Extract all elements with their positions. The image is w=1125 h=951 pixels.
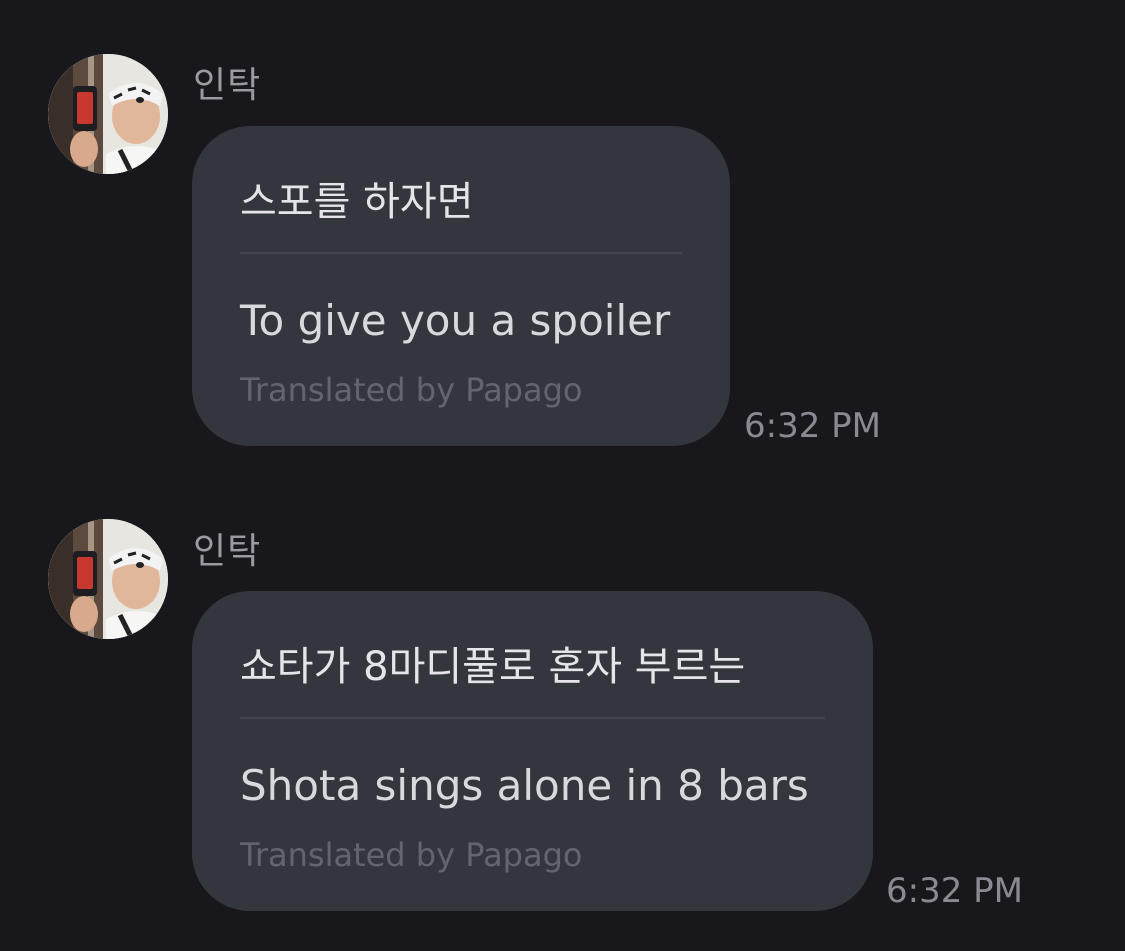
translation-divider — [240, 717, 825, 719]
translation-credit: Translated by Papago — [240, 371, 583, 409]
message-timestamp: 6:32 PM — [744, 406, 881, 446]
profile-photo-avatar-icon — [48, 519, 168, 639]
sender-avatar[interactable] — [48, 54, 168, 174]
translated-text: To give you a spoiler — [240, 296, 671, 345]
translation-divider — [240, 252, 682, 254]
profile-photo-avatar-icon — [48, 54, 168, 174]
sender-name: 인탁 — [193, 65, 262, 106]
message-timestamp: 6:32 PM — [886, 871, 1023, 911]
original-text: 스포를 하자면 — [240, 179, 474, 225]
original-text: 쇼타가 8마디풀로 혼자 부르는 — [240, 644, 746, 690]
sender-avatar[interactable] — [48, 519, 168, 639]
message-bubble[interactable]: 스포를 하자면 To give you a spoiler Translated… — [192, 126, 730, 446]
sender-name: 인탁 — [193, 531, 262, 572]
chat-thread: 인탁 스포를 하자면 To give you a spoiler Transla… — [0, 0, 1125, 951]
translated-text: Shota sings alone in 8 bars — [240, 761, 809, 810]
message-bubble[interactable]: 쇼타가 8마디풀로 혼자 부르는 Shota sings alone in 8 … — [192, 591, 873, 911]
translation-credit: Translated by Papago — [240, 836, 583, 874]
